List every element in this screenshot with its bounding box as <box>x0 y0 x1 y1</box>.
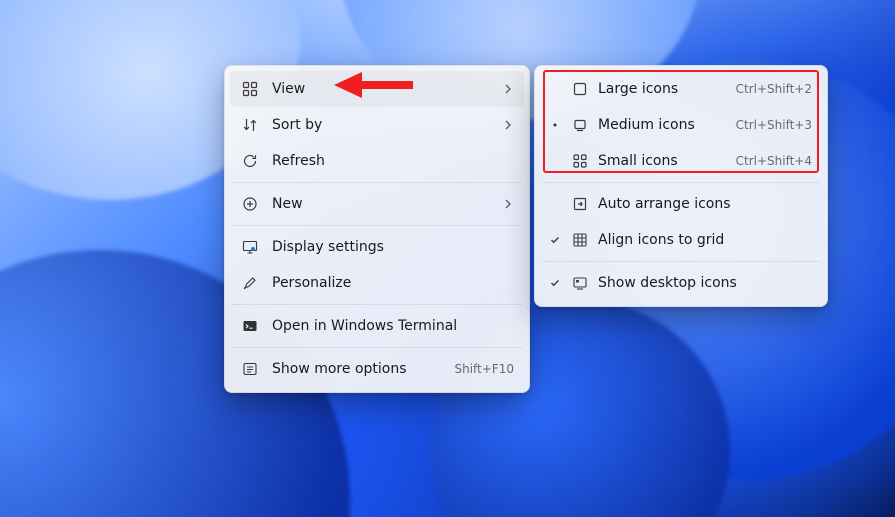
menu-separator <box>232 347 522 348</box>
submenu-item-small-icons[interactable]: Small icons Ctrl+Shift+4 <box>540 143 822 179</box>
new-icon <box>242 196 258 212</box>
desktop-context-menu: View Sort by Refresh <box>224 65 530 393</box>
small-icons-icon <box>572 153 588 169</box>
menu-item-show-more-options[interactable]: Show more options Shift+F10 <box>230 351 524 387</box>
submenu-item-auto-arrange[interactable]: Auto arrange icons <box>540 186 822 222</box>
menu-separator <box>232 225 522 226</box>
menu-item-label: Sort by <box>272 117 490 133</box>
chevron-right-icon <box>504 84 514 94</box>
menu-item-shortcut: Ctrl+Shift+4 <box>736 154 812 168</box>
large-icons-icon <box>572 81 588 97</box>
menu-item-display-settings[interactable]: Display settings <box>230 229 524 265</box>
menu-item-new[interactable]: New <box>230 186 524 222</box>
menu-item-label: Display settings <box>272 239 514 255</box>
terminal-icon <box>242 318 258 334</box>
sort-icon <box>242 117 258 133</box>
menu-separator <box>232 182 522 183</box>
menu-item-shortcut: Ctrl+Shift+2 <box>736 82 812 96</box>
chevron-right-icon <box>504 120 514 130</box>
menu-item-label: View <box>272 81 490 97</box>
menu-item-shortcut: Shift+F10 <box>454 362 514 376</box>
menu-item-label: Align icons to grid <box>598 232 812 248</box>
menu-item-label: Small icons <box>598 153 726 169</box>
auto-arrange-icon <box>572 196 588 212</box>
personalize-icon <box>242 275 258 291</box>
align-grid-icon <box>572 232 588 248</box>
submenu-item-show-desktop-icons[interactable]: Show desktop icons <box>540 265 822 301</box>
show-more-icon <box>242 361 258 377</box>
check-indicator <box>548 278 562 288</box>
submenu-item-large-icons[interactable]: Large icons Ctrl+Shift+2 <box>540 71 822 107</box>
medium-icons-icon <box>572 117 588 133</box>
view-submenu: Large icons Ctrl+Shift+2 • Medium icons … <box>534 65 828 307</box>
check-indicator <box>548 235 562 245</box>
menu-item-refresh[interactable]: Refresh <box>230 143 524 179</box>
menu-item-shortcut: Ctrl+Shift+3 <box>736 118 812 132</box>
menu-separator <box>232 304 522 305</box>
menu-item-label: Open in Windows Terminal <box>272 318 514 334</box>
refresh-icon <box>242 153 258 169</box>
show-desktop-icon <box>572 275 588 291</box>
menu-item-label: Refresh <box>272 153 514 169</box>
menu-item-personalize[interactable]: Personalize <box>230 265 524 301</box>
menu-item-label: New <box>272 196 490 212</box>
menu-item-view[interactable]: View <box>230 71 524 107</box>
submenu-item-medium-icons[interactable]: • Medium icons Ctrl+Shift+3 <box>540 107 822 143</box>
radio-indicator: • <box>548 119 562 132</box>
menu-item-label: Large icons <box>598 81 726 97</box>
menu-item-label: Show desktop icons <box>598 275 812 291</box>
chevron-right-icon <box>504 199 514 209</box>
menu-separator <box>542 261 820 262</box>
menu-item-label: Auto arrange icons <box>598 196 812 212</box>
menu-item-open-terminal[interactable]: Open in Windows Terminal <box>230 308 524 344</box>
display-settings-icon <box>242 239 258 255</box>
menu-separator <box>542 182 820 183</box>
menu-item-sort-by[interactable]: Sort by <box>230 107 524 143</box>
menu-item-label: Medium icons <box>598 117 726 133</box>
menu-item-label: Show more options <box>272 361 440 377</box>
menu-item-label: Personalize <box>272 275 514 291</box>
submenu-item-align-to-grid[interactable]: Align icons to grid <box>540 222 822 258</box>
view-icon <box>242 81 258 97</box>
